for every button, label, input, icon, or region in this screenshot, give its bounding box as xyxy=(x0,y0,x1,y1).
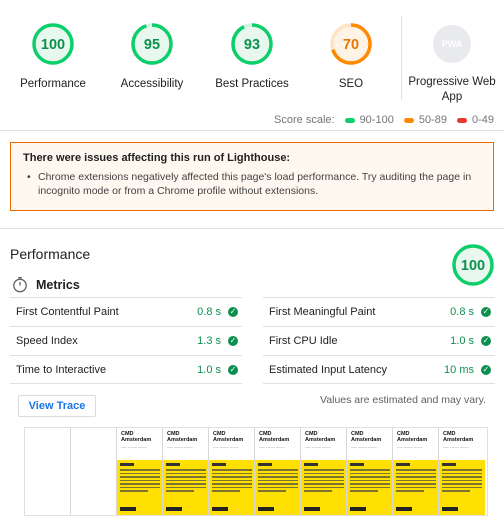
best-practices-gauge-ring: 93 xyxy=(231,23,273,65)
stopwatch-icon xyxy=(13,277,27,293)
score-range-text: 0-49 xyxy=(471,114,494,126)
warning-title: There were issues affecting this run of … xyxy=(23,152,291,164)
metric-value: 1.0 s xyxy=(450,335,474,347)
metric-row: First Meaningful Paint 0.8 s ✓ xyxy=(263,297,495,326)
filmstrip-frame: CMD Amsterdam —— ——— ——— xyxy=(117,428,163,515)
performance-section-title: Performance xyxy=(10,246,91,262)
metric-value: 1.3 s xyxy=(197,335,221,347)
metric-value: 0.8 s xyxy=(197,306,221,318)
filmstrip-frame: CMD Amsterdam —— ——— ——— xyxy=(347,428,393,515)
filmstrip-frame: CMD Amsterdam —— ——— ——— xyxy=(393,428,439,515)
metric-value: 10 ms xyxy=(444,363,474,376)
accessibility-gauge-ring: 95 xyxy=(131,23,173,65)
gauge-score: 95 xyxy=(144,37,160,53)
category-gauges: 100 Performance 95 Accessibility 93 Best… xyxy=(0,0,504,110)
metric-name: Estimated Input Latency xyxy=(269,363,388,376)
score-scale-pass: 90-100 xyxy=(344,114,394,126)
gauge-pwa[interactable]: PWA Progressive Web App xyxy=(402,22,502,105)
seo-gauge-ring: 70 xyxy=(330,23,372,65)
gauge-score: 93 xyxy=(244,37,260,53)
gauge-label: Accessibility xyxy=(120,78,184,90)
gauge-performance[interactable]: 100 Performance xyxy=(3,22,103,92)
performance-gauge-ring: 100 xyxy=(32,23,74,65)
metric-row: Estimated Input Latency 10 ms ✓ xyxy=(263,355,495,384)
performance-section-gauge[interactable]: 100 xyxy=(451,243,495,292)
score-scale-legend: Score scale: 90-100 50-89 0-49 xyxy=(274,114,494,126)
estimate-note: Values are estimated and may vary. xyxy=(320,394,486,406)
metric-value: 0.8 s xyxy=(450,306,474,318)
metrics-title: Metrics xyxy=(36,277,80,292)
check-icon: ✓ xyxy=(228,307,238,317)
gauge-accessibility[interactable]: 95 Accessibility xyxy=(102,22,202,92)
gauge-score: 70 xyxy=(343,37,359,53)
metric-value: 1.0 s xyxy=(197,363,221,376)
runtime-warning: There were issues affecting this run of … xyxy=(10,142,494,211)
metric-name: First CPU Idle xyxy=(269,335,338,347)
metric-row: First Contentful Paint 0.8 s ✓ xyxy=(10,297,242,326)
filmstrip-frame: CMD Amsterdam —— ——— ——— xyxy=(163,428,209,515)
filmstrip-frame: CMD Amsterdam —— ——— ——— xyxy=(255,428,301,515)
filmstrip-frame xyxy=(71,428,117,515)
metric-row: Speed Index 1.3 s ✓ xyxy=(10,326,242,355)
check-icon: ✓ xyxy=(228,364,238,375)
filmstrip: CMD Amsterdam —— ——— ——— CMD Amsterdam —— ———… xyxy=(24,427,488,516)
gauge-score: 100 xyxy=(41,37,65,53)
score-range-text: 90-100 xyxy=(359,114,394,126)
metric-name: Time to Interactive xyxy=(16,363,107,376)
filmstrip-frame: CMD Amsterdam —— ——— ——— xyxy=(301,428,347,515)
metric-row: First CPU Idle 1.0 s ✓ xyxy=(263,326,495,355)
warning-item: Chrome extensions negatively affected th… xyxy=(23,170,481,198)
filmstrip-frame: CMD Amsterdam —— ——— ——— xyxy=(209,428,255,515)
score-scale-fail: 0-49 xyxy=(456,114,494,126)
check-icon: ✓ xyxy=(481,364,491,375)
pass-pill-icon xyxy=(344,117,355,123)
filmstrip-frame: CMD Amsterdam —— ——— ——— xyxy=(439,428,485,515)
metrics-header: Metrics xyxy=(12,276,80,293)
check-icon: ✓ xyxy=(481,307,491,317)
gauge-label: Performance xyxy=(20,78,86,90)
gauge-seo[interactable]: 70 SEO xyxy=(301,22,401,92)
gauge-best-practices[interactable]: 93 Best Practices xyxy=(202,22,302,92)
pwa-badge-text: PWA xyxy=(442,39,463,49)
metric-row: Time to Interactive 1.0 s ✓ xyxy=(10,355,242,384)
gauge-score: 100 xyxy=(461,258,485,274)
performance-gauge-ring: 100 xyxy=(452,244,494,286)
section-divider xyxy=(0,228,504,229)
fail-pill-icon xyxy=(456,117,467,123)
view-trace-button[interactable]: View Trace xyxy=(18,395,96,417)
check-icon: ✓ xyxy=(228,336,238,346)
metric-name: First Meaningful Paint xyxy=(269,306,376,318)
filmstrip-frame xyxy=(25,428,71,515)
gauge-label: Progressive Web App xyxy=(408,76,496,103)
metric-name: Speed Index xyxy=(16,335,78,347)
metric-name: First Contentful Paint xyxy=(16,306,119,318)
header-divider xyxy=(0,130,504,131)
score-scale-label: Score scale: xyxy=(274,114,335,126)
average-pill-icon xyxy=(403,117,414,123)
check-icon: ✓ xyxy=(481,336,491,346)
pwa-badge-icon: PWA xyxy=(433,25,471,63)
score-scale-average: 50-89 xyxy=(403,114,447,126)
score-range-text: 50-89 xyxy=(418,114,447,126)
gauge-label: Best Practices xyxy=(215,78,289,90)
gauge-label: SEO xyxy=(338,78,364,90)
